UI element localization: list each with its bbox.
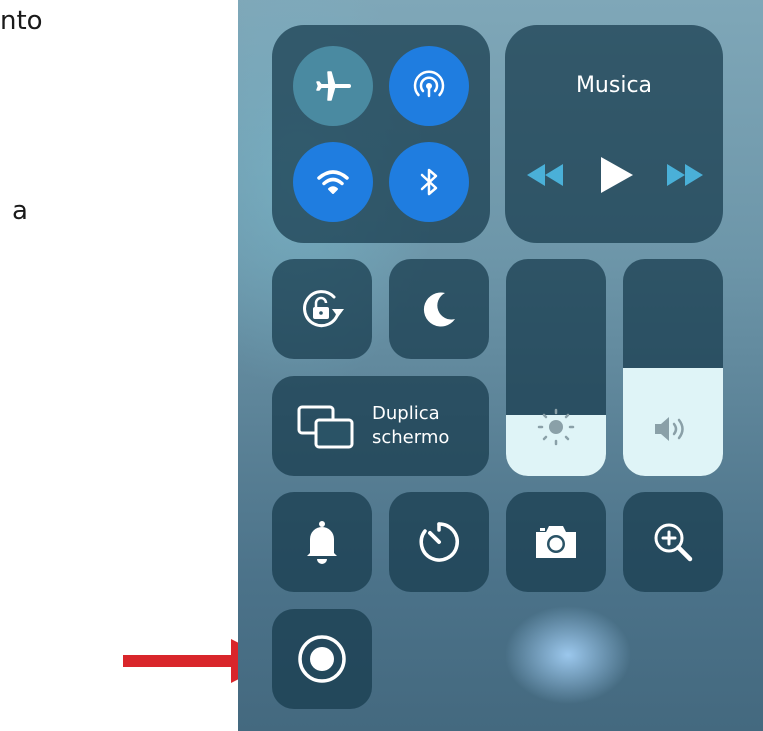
connectivity-group[interactable] (272, 25, 490, 243)
magnifier-button[interactable] (623, 492, 723, 592)
rotation-lock-button[interactable] (272, 259, 372, 359)
document-text-fragment: a (12, 196, 28, 226)
hotspot-toggle[interactable] (389, 46, 469, 126)
rewind-icon[interactable] (523, 160, 567, 190)
timer-button[interactable] (389, 492, 489, 592)
zoom-icon (654, 523, 693, 562)
rotation-lock-icon (303, 290, 344, 328)
screen-mirroring-label-line1: Duplica (372, 403, 440, 424)
moon-icon (423, 292, 455, 327)
bell-icon (307, 521, 337, 564)
bluetooth-toggle[interactable] (389, 142, 469, 222)
alarm-button[interactable] (272, 492, 372, 592)
screen-record-icon (298, 635, 346, 683)
speaker-icon (655, 417, 684, 441)
wifi-icon (317, 170, 349, 194)
volume-slider[interactable] (623, 259, 723, 476)
document-text-fragment: nto (0, 6, 43, 36)
music-player[interactable]: Musica (505, 25, 723, 243)
fast-forward-icon[interactable] (663, 160, 707, 190)
camera-button[interactable] (506, 492, 606, 592)
control-center: Musica Duplica schermo (238, 0, 763, 731)
play-icon[interactable] (593, 153, 637, 197)
screen-mirroring-icon (297, 405, 354, 449)
wifi-toggle[interactable] (293, 142, 373, 222)
screen-mirroring-button[interactable]: Duplica schermo (272, 376, 489, 476)
music-title: Musica (575, 73, 653, 98)
brightness-slider[interactable] (506, 259, 606, 476)
airplane-icon (316, 71, 351, 101)
brightness-icon (537, 408, 575, 446)
hotspot-icon (413, 70, 445, 98)
airplane-mode-toggle[interactable] (293, 46, 373, 126)
bluetooth-icon (420, 168, 438, 196)
camera-icon (536, 526, 576, 558)
do-not-disturb-button[interactable] (389, 259, 489, 359)
timer-icon (419, 522, 459, 562)
screen-recording-button[interactable] (272, 609, 372, 709)
screen-mirroring-label: Duplica schermo (372, 402, 449, 450)
screen-mirroring-label-line2: schermo (372, 427, 450, 448)
